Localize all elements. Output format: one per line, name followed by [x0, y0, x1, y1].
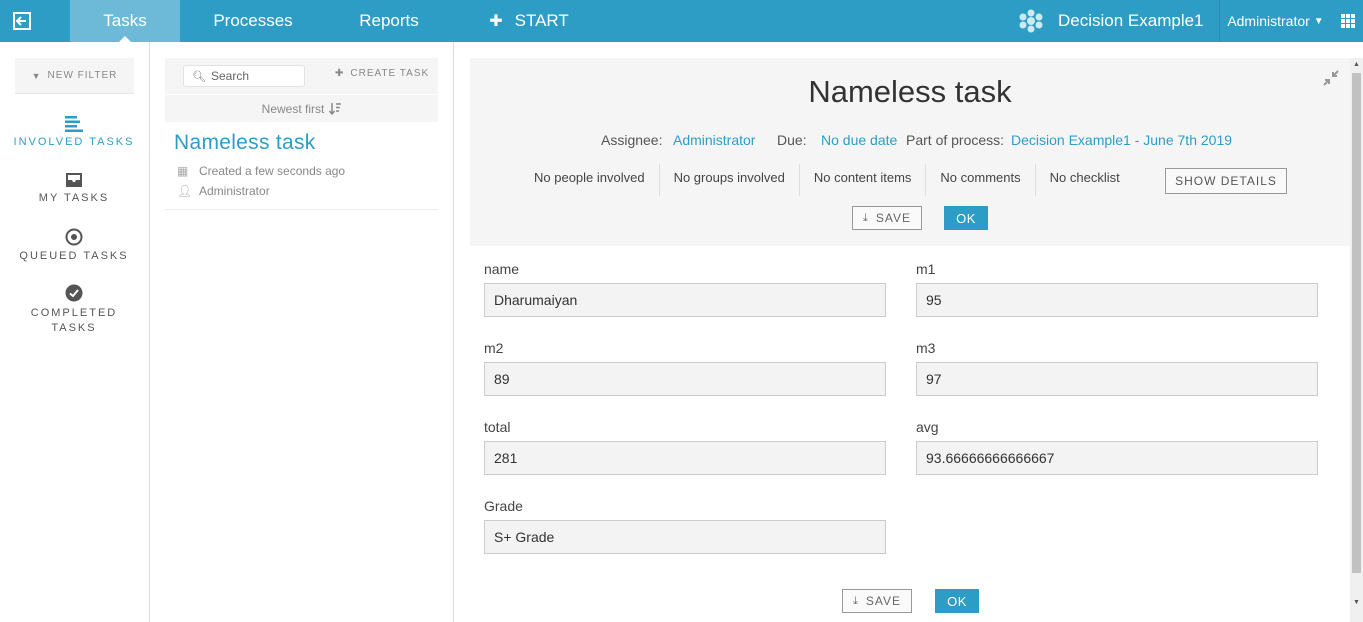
field-label-m3: m3	[916, 340, 936, 356]
scrollbar[interactable]: ▲ ▼	[1350, 58, 1363, 622]
page-title: Nameless task	[808, 74, 1012, 109]
m3-field[interactable]: 97	[916, 362, 1318, 396]
task-detail-header: Nameless task Assignee: Administrator Du…	[470, 58, 1350, 246]
assignee-link[interactable]: Administrator	[673, 132, 755, 148]
groups-involved-count[interactable]: No groups involved	[660, 164, 800, 196]
download-icon: ⤓	[863, 211, 869, 224]
download-icon: ⤓	[853, 594, 859, 607]
sidebar-item-label-line2: TASKS	[51, 322, 97, 334]
create-task-button[interactable]: ✚ CREATE TASK	[335, 68, 429, 79]
task-item-created-text: Created a few seconds ago	[199, 164, 346, 178]
filter-icon: ▼	[31, 70, 42, 81]
m2-field[interactable]: 89	[484, 362, 886, 396]
field-label-total: total	[484, 419, 511, 435]
due-date-link[interactable]: No due date	[821, 132, 897, 148]
check-circle-icon	[65, 284, 83, 302]
task-list-toolbar: 🔍︎ Search ✚ CREATE TASK	[165, 58, 438, 94]
user-menu[interactable]: Administrator ▼	[1219, 0, 1331, 42]
apps-grid-icon[interactable]	[1340, 13, 1356, 29]
tab-tasks[interactable]: Tasks	[70, 0, 180, 43]
task-detail-panel: Nameless task Assignee: Administrator Du…	[470, 58, 1350, 622]
field-label-name: name	[484, 261, 520, 277]
name-field[interactable]: Dharumaiyan	[484, 283, 886, 317]
field-label-avg: avg	[916, 419, 939, 435]
start-button[interactable]: ✚ START	[488, 0, 570, 42]
user-icon: 👤︎	[177, 184, 193, 198]
scroll-down-arrow-icon[interactable]: ▼	[1350, 596, 1363, 610]
app-title-text: Decision Example1	[1058, 11, 1204, 30]
content-items-count[interactable]: No content items	[800, 164, 927, 196]
save-label: SAVE	[875, 211, 911, 225]
ok-button[interactable]: OK	[944, 206, 988, 230]
tab-reports[interactable]: Reports	[346, 0, 432, 42]
user-name: Administrator	[1227, 13, 1310, 29]
sort-desc-icon	[329, 102, 342, 115]
scrollbar-thumb[interactable]	[1352, 73, 1361, 573]
search-input[interactable]: 🔍︎ Search	[183, 65, 305, 87]
checklist-count[interactable]: No checklist	[1036, 164, 1134, 196]
calendar-icon: ▦	[177, 164, 189, 178]
process-link[interactable]: Decision Example1 - June 7th 2019	[1011, 132, 1232, 148]
new-filter-label: NEW FILTER	[47, 70, 118, 81]
sort-label: Newest first	[261, 101, 325, 116]
sidebar-item-queued-tasks[interactable]: QUEUED TASKS	[0, 228, 148, 262]
list-icon	[65, 116, 83, 132]
scroll-up-arrow-icon[interactable]: ▲	[1350, 58, 1363, 72]
field-label-m1: m1	[916, 261, 936, 277]
save-button[interactable]: ⤓ SAVE	[852, 206, 922, 230]
field-label-grade: Grade	[484, 498, 523, 514]
start-label: START	[514, 11, 569, 30]
due-label: Due:	[777, 132, 807, 148]
save-label: SAVE	[865, 594, 901, 608]
task-list-item[interactable]: Nameless task ▦ Created a few seconds ag…	[165, 122, 438, 210]
task-counts-row: No people involved No groups involved No…	[520, 164, 1134, 196]
sidebar-item-label: QUEUED TASKS	[19, 250, 129, 262]
search-placeholder: Search	[210, 69, 249, 83]
chevron-down-icon: ▼	[1313, 15, 1324, 27]
task-list-panel: 🔍︎ Search ✚ CREATE TASK Newest first Name…	[150, 42, 454, 622]
back-button[interactable]	[0, 0, 44, 42]
sort-toggle[interactable]: Newest first	[165, 94, 438, 122]
task-item-title: Nameless task	[174, 131, 316, 154]
task-item-created: ▦ Created a few seconds ago	[177, 164, 345, 178]
back-icon	[13, 12, 31, 30]
sidebar-item-my-tasks[interactable]: MY TASKS	[0, 172, 148, 204]
field-label-m2: m2	[484, 340, 504, 356]
comments-count[interactable]: No comments	[926, 164, 1036, 196]
search-icon: 🔍︎	[192, 70, 206, 83]
total-field[interactable]: 281	[484, 441, 886, 475]
sidebar-item-label: MY TASKS	[38, 192, 110, 204]
app-title: Decision Example1	[1018, 0, 1204, 42]
sidebar-item-label: COMPLETED	[30, 307, 118, 319]
process-label: Part of process:	[906, 132, 1005, 148]
inbox-icon	[66, 173, 82, 187]
form-save-button[interactable]: ⤓ SAVE	[842, 589, 912, 613]
task-item-assignee-text: Administrator	[199, 184, 270, 198]
top-navbar: Tasks Processes Reports ✚ START Decision…	[0, 0, 1363, 43]
avg-field[interactable]: 93.66666666666667	[916, 441, 1318, 475]
plus-icon: ✚	[489, 13, 503, 30]
filter-sidebar: ▼ NEW FILTER INVOLVED TASKS MY TASKS QUE…	[0, 42, 150, 622]
grade-field[interactable]: S+ Grade	[484, 520, 886, 554]
new-filter-button[interactable]: ▼ NEW FILTER	[15, 58, 134, 94]
sidebar-item-completed-tasks[interactable]: COMPLETED TASKS	[0, 284, 148, 336]
tab-processes[interactable]: Processes	[200, 0, 306, 42]
sidebar-item-involved-tasks[interactable]: INVOLVED TASKS	[0, 116, 148, 148]
show-details-button[interactable]: SHOW DETAILS	[1165, 168, 1287, 194]
task-item-assignee: 👤︎ Administrator	[177, 184, 270, 198]
people-involved-count[interactable]: No people involved	[520, 164, 660, 196]
sidebar-item-label: INVOLVED TASKS	[13, 136, 135, 148]
form-ok-button[interactable]: OK	[935, 589, 979, 613]
plus-icon: ✚	[335, 68, 345, 79]
m1-field[interactable]: 95	[916, 283, 1318, 317]
assignee-label: Assignee:	[601, 132, 663, 148]
target-icon	[65, 228, 83, 246]
create-task-label: CREATE TASK	[350, 68, 430, 79]
app-logo-icon	[1019, 9, 1043, 33]
